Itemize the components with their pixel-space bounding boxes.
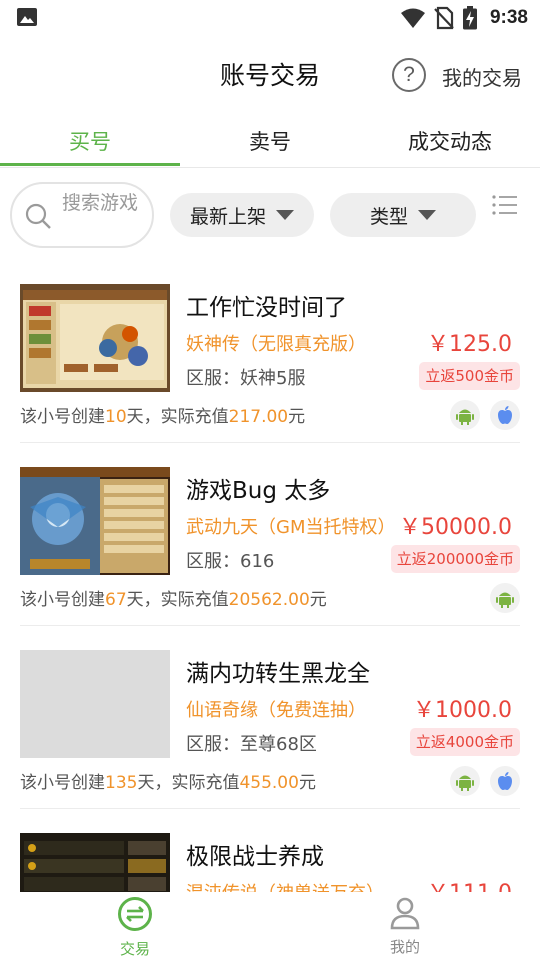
listing-price: ￥111.0 xyxy=(427,875,512,892)
listing-item[interactable]: 工作忙没时间了 妖神传（无限真充版） 区服：妖神5服 ￥125.0 立返500金… xyxy=(0,260,540,443)
type-label: 类型 xyxy=(369,205,408,228)
listing-item[interactable]: 极限战士养成 混沌传说（神兽送万充） ￥111.0 xyxy=(0,809,540,892)
listing-server: 区服：妖神5服 xyxy=(186,368,306,389)
listing-list: 工作忙没时间了 妖神传（无限真充版） 区服：妖神5服 ￥125.0 立返500金… xyxy=(0,260,540,892)
listing-title: 满内功转生黑龙全 xyxy=(186,661,370,687)
listing-title: 游戏Bug 太多 xyxy=(186,478,331,504)
listing-game-name: 武动九天（GM当托特权） xyxy=(186,517,396,538)
trade-arrows-icon xyxy=(118,897,152,931)
type-dropdown[interactable]: 类型 xyxy=(330,193,476,237)
bottom-navigation: 交易 我的 xyxy=(0,892,540,960)
nav-mine[interactable]: 我的 xyxy=(365,896,445,957)
listing-server: 区服：至尊68区 xyxy=(186,734,317,755)
created-days: 135 xyxy=(105,773,138,793)
no-sim-icon xyxy=(434,6,454,30)
listing-title: 极限战士养成 xyxy=(186,844,324,870)
wifi-icon xyxy=(400,8,425,28)
sort-dropdown[interactable]: 最新上架 xyxy=(170,193,314,237)
my-trades-link[interactable]: 我的交易 xyxy=(442,62,522,91)
listing-price: ￥50000.0 xyxy=(399,515,512,540)
listing-game-name: 仙语奇缘（免费连抽） xyxy=(186,700,366,721)
placeholder-thumbnail xyxy=(20,650,170,758)
listing-item[interactable]: 满内功转生黑龙全 仙语奇缘（免费连抽） 区服：至尊68区 ￥1000.0 立返4… xyxy=(0,626,540,809)
search-placeholder: 搜索游戏 xyxy=(62,192,139,214)
rebate-badge: 立返200000金币 xyxy=(390,545,520,573)
listing-price: ￥125.0 xyxy=(427,332,512,357)
list-view-icon[interactable] xyxy=(492,194,518,216)
tab-deal-activity[interactable]: 成交动态 xyxy=(360,126,540,156)
tab-sell-account[interactable]: 卖号 xyxy=(180,126,360,156)
user-icon xyxy=(390,897,420,930)
android-icon xyxy=(490,583,520,613)
tab-bar: 买号 卖号 成交动态 xyxy=(0,112,540,168)
android-icon xyxy=(450,400,480,430)
listing-account-info: 该小号创建135天，实际充值455.00元 xyxy=(20,773,316,793)
created-days: 10 xyxy=(105,407,127,427)
listing-game-name: 混沌传说（神兽送万充） xyxy=(186,879,384,892)
listing-title: 工作忙没时间了 xyxy=(186,295,347,321)
nav-trade-label: 交易 xyxy=(119,940,150,958)
sort-label: 最新上架 xyxy=(189,205,266,228)
created-days: 67 xyxy=(105,590,127,610)
listing-server: 区服：616 xyxy=(186,551,275,572)
listing-account-info: 该小号创建10天，实际充值217.00元 xyxy=(20,407,306,427)
filter-bar: 搜索游戏 最新上架 类型 xyxy=(0,168,540,260)
recharge-amount: 455.00 xyxy=(239,773,299,793)
search-icon xyxy=(25,203,51,229)
game-screenshot-thumbnail xyxy=(20,833,170,892)
tab-buy-account[interactable]: 买号 xyxy=(0,126,180,156)
listing-item[interactable]: 游戏Bug 太多 武动九天（GM当托特权） 区服：616 ￥50000.0 立返… xyxy=(0,443,540,626)
rebate-badge: 立返500金币 xyxy=(419,362,520,390)
rebate-badge: 立返4000金币 xyxy=(409,728,520,756)
listing-price: ￥1000.0 xyxy=(413,698,512,723)
apple-icon xyxy=(490,766,520,796)
question-circle-icon[interactable]: ? xyxy=(392,58,426,92)
status-bar: 9:38 xyxy=(0,0,540,36)
game-screenshot-thumbnail xyxy=(20,284,170,392)
listing-account-info: 该小号创建67天，实际充值20562.00元 xyxy=(20,590,327,610)
recharge-amount: 217.00 xyxy=(228,407,289,427)
android-icon xyxy=(450,766,480,796)
nav-mine-label: 我的 xyxy=(389,938,420,956)
listing-game-name: 妖神传（无限真充版） xyxy=(186,334,366,355)
apple-icon xyxy=(490,400,520,430)
clock: 9:38 xyxy=(489,7,528,28)
active-tab-indicator xyxy=(0,163,180,166)
caret-down-icon xyxy=(276,210,294,220)
recharge-amount: 20562.00 xyxy=(228,590,310,610)
nav-trade[interactable]: 交易 xyxy=(95,896,175,959)
app-header: 账号交易 ? 我的交易 xyxy=(0,36,540,112)
caret-down-icon xyxy=(418,210,436,220)
gallery-notification-icon xyxy=(17,8,37,26)
search-input[interactable]: 搜索游戏 xyxy=(10,182,154,248)
game-screenshot-thumbnail xyxy=(20,467,170,575)
battery-charging-icon xyxy=(462,6,477,30)
